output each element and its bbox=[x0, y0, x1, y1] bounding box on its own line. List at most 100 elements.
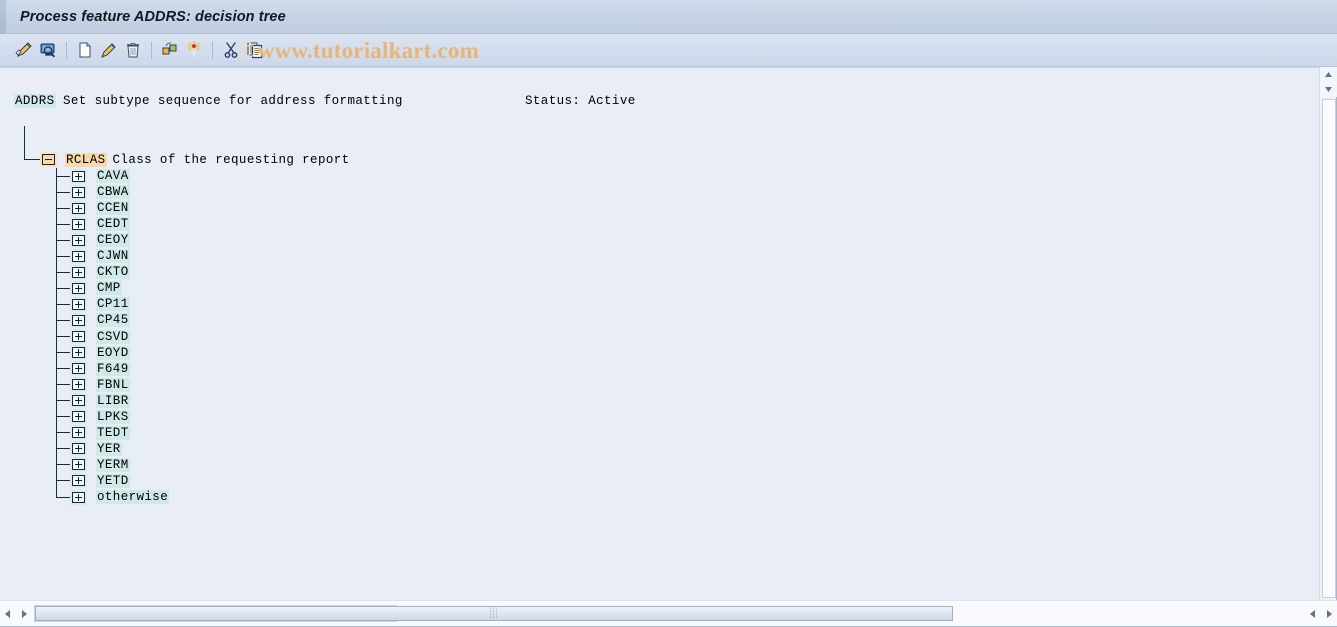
chevron-right-icon bbox=[1327, 609, 1332, 618]
vertical-scroll-track[interactable] bbox=[1322, 99, 1336, 598]
display-mode-button[interactable] bbox=[36, 38, 60, 62]
change-mode-button[interactable] bbox=[12, 38, 36, 62]
tree-node-child[interactable]: CCEN bbox=[56, 200, 130, 216]
tree-node-label: otherwise bbox=[96, 490, 170, 504]
expand-box-icon[interactable] bbox=[70, 409, 87, 425]
expand-box-icon[interactable] bbox=[70, 184, 87, 200]
tree-line-elbow bbox=[56, 464, 70, 466]
feature-header-row: ADDRS Set subtype sequence for address f… bbox=[0, 94, 1320, 110]
expand-box-icon[interactable] bbox=[70, 296, 87, 312]
vertical-scrollbar[interactable] bbox=[1319, 67, 1337, 600]
expand-box-icon[interactable] bbox=[70, 345, 87, 361]
feature-description: Set subtype sequence for address formatt… bbox=[63, 94, 403, 108]
structure-button[interactable] bbox=[158, 38, 182, 62]
expand-box-icon[interactable] bbox=[70, 168, 87, 184]
tree-node-label: EOYD bbox=[96, 345, 130, 360]
tree-node-child[interactable]: CSVD bbox=[56, 329, 130, 345]
tree-node-child[interactable]: CJWN bbox=[56, 248, 130, 264]
tree-node-label: YETD bbox=[96, 473, 130, 488]
scroll-left-button[interactable] bbox=[0, 605, 16, 623]
tree-node-child[interactable]: F649 bbox=[56, 361, 130, 377]
tree-line-root-elbow bbox=[24, 159, 40, 160]
tree-node-child[interactable]: CEOY bbox=[56, 232, 130, 248]
tree-node-child[interactable]: TEDT bbox=[56, 425, 130, 441]
expand-box-icon[interactable] bbox=[70, 377, 87, 393]
tree-node-child[interactable]: CBWA bbox=[56, 184, 130, 200]
tree-node-label: F649 bbox=[96, 361, 130, 376]
tree-node-label: CKTO bbox=[96, 265, 130, 280]
expand-box-icon[interactable] bbox=[70, 264, 87, 280]
tree-node-child[interactable]: YER bbox=[56, 441, 122, 457]
tree-node-child[interactable]: FBNL bbox=[56, 377, 130, 393]
tree-node-label: LPKS bbox=[96, 409, 130, 424]
magic-wand-button[interactable] bbox=[182, 38, 206, 62]
scroll-right-button-right[interactable] bbox=[1321, 605, 1337, 623]
cut-button[interactable] bbox=[219, 38, 243, 62]
expand-box-icon[interactable] bbox=[70, 393, 87, 409]
decision-field-key[interactable]: RCLAS bbox=[65, 152, 107, 167]
page-title: Process feature ADDRS: decision tree bbox=[20, 8, 286, 25]
horizontal-scroll-thumb[interactable]: ⁞⁞⁞ ⁞⁞⁞ bbox=[35, 606, 953, 621]
tree-node-label: FBNL bbox=[96, 377, 130, 392]
tree-line-elbow bbox=[56, 303, 70, 305]
expand-box-icon[interactable] bbox=[70, 329, 87, 344]
expand-box-icon[interactable] bbox=[70, 280, 87, 296]
scroll-up-button[interactable] bbox=[1320, 67, 1337, 82]
delete-node-icon bbox=[127, 43, 139, 58]
magic-wand-icon bbox=[187, 41, 201, 58]
tree-node-child[interactable]: CMP bbox=[56, 280, 122, 296]
expand-box-icon[interactable] bbox=[70, 232, 87, 248]
feature-key[interactable]: ADDRS bbox=[14, 94, 56, 108]
scroll-left-button-right[interactable] bbox=[1305, 605, 1321, 623]
tree-node-child[interactable]: CP45 bbox=[56, 312, 130, 328]
tree-node-child[interactable]: LIBR bbox=[56, 393, 130, 409]
tree-line-elbow bbox=[56, 239, 70, 241]
expand-box-icon[interactable] bbox=[70, 248, 87, 264]
cut-icon bbox=[224, 42, 238, 58]
expand-box-icon[interactable] bbox=[70, 312, 87, 328]
expand-box-icon[interactable] bbox=[70, 489, 87, 505]
toolbar-separator-3 bbox=[212, 41, 213, 59]
tree-node-child[interactable]: LPKS bbox=[56, 409, 130, 425]
horizontal-scroll-track[interactable]: ⁞⁞⁞ ⁞⁞⁞ bbox=[34, 605, 953, 622]
tree-node-child[interactable]: otherwise bbox=[56, 489, 170, 505]
tree-node-decision-field[interactable]: RCLAS Class of the requesting report bbox=[40, 151, 350, 168]
tree-line-elbow bbox=[56, 400, 70, 402]
tree-node-child[interactable]: CKTO bbox=[56, 264, 130, 280]
expand-box-icon[interactable] bbox=[70, 425, 87, 441]
expand-box-icon[interactable] bbox=[70, 216, 87, 232]
expand-box-icon[interactable] bbox=[70, 473, 87, 489]
tree-line-elbow bbox=[56, 175, 70, 177]
tree-node-child[interactable]: CEDT bbox=[56, 216, 130, 232]
tree-node-child[interactable]: YERM bbox=[56, 457, 130, 473]
expand-box-icon[interactable] bbox=[70, 457, 87, 473]
change-node-button[interactable] bbox=[97, 38, 121, 62]
expand-box-icon[interactable] bbox=[70, 200, 87, 216]
chevron-down-icon bbox=[1325, 87, 1332, 92]
tree-line-elbow bbox=[56, 207, 70, 209]
expand-box-icon[interactable] bbox=[70, 361, 87, 377]
delete-node-button[interactable] bbox=[121, 38, 145, 62]
scroll-right-button[interactable] bbox=[16, 605, 32, 623]
chevron-left-icon bbox=[1310, 609, 1315, 618]
tree-node-child[interactable]: CP11 bbox=[56, 296, 130, 312]
scroll-down-button[interactable] bbox=[1320, 82, 1337, 97]
tree-line-elbow bbox=[56, 448, 70, 450]
copy-icon bbox=[247, 42, 263, 59]
tree-node-child[interactable]: EOYD bbox=[56, 345, 130, 361]
tree-node-child[interactable]: CAVA bbox=[56, 168, 130, 184]
application-toolbar bbox=[0, 34, 1337, 67]
tree-node-child[interactable]: YETD bbox=[56, 473, 130, 489]
create-node-button[interactable] bbox=[73, 38, 97, 62]
tree-node-label: CP11 bbox=[96, 297, 130, 312]
tree-line-elbow bbox=[56, 432, 70, 434]
tree-node-label: CAVA bbox=[96, 169, 130, 183]
tree-node-label: CEDT bbox=[96, 217, 130, 232]
collapse-box-icon[interactable] bbox=[40, 152, 57, 167]
expand-box-icon[interactable] bbox=[70, 441, 87, 457]
tree-node-label: LIBR bbox=[96, 393, 130, 408]
copy-button[interactable] bbox=[243, 38, 267, 62]
tree-line-elbow bbox=[56, 191, 70, 193]
tree-node-label: YERM bbox=[96, 457, 130, 472]
horizontal-scrollbar[interactable]: ⁞⁞⁞ ⁞⁞⁞ bbox=[0, 600, 1337, 626]
